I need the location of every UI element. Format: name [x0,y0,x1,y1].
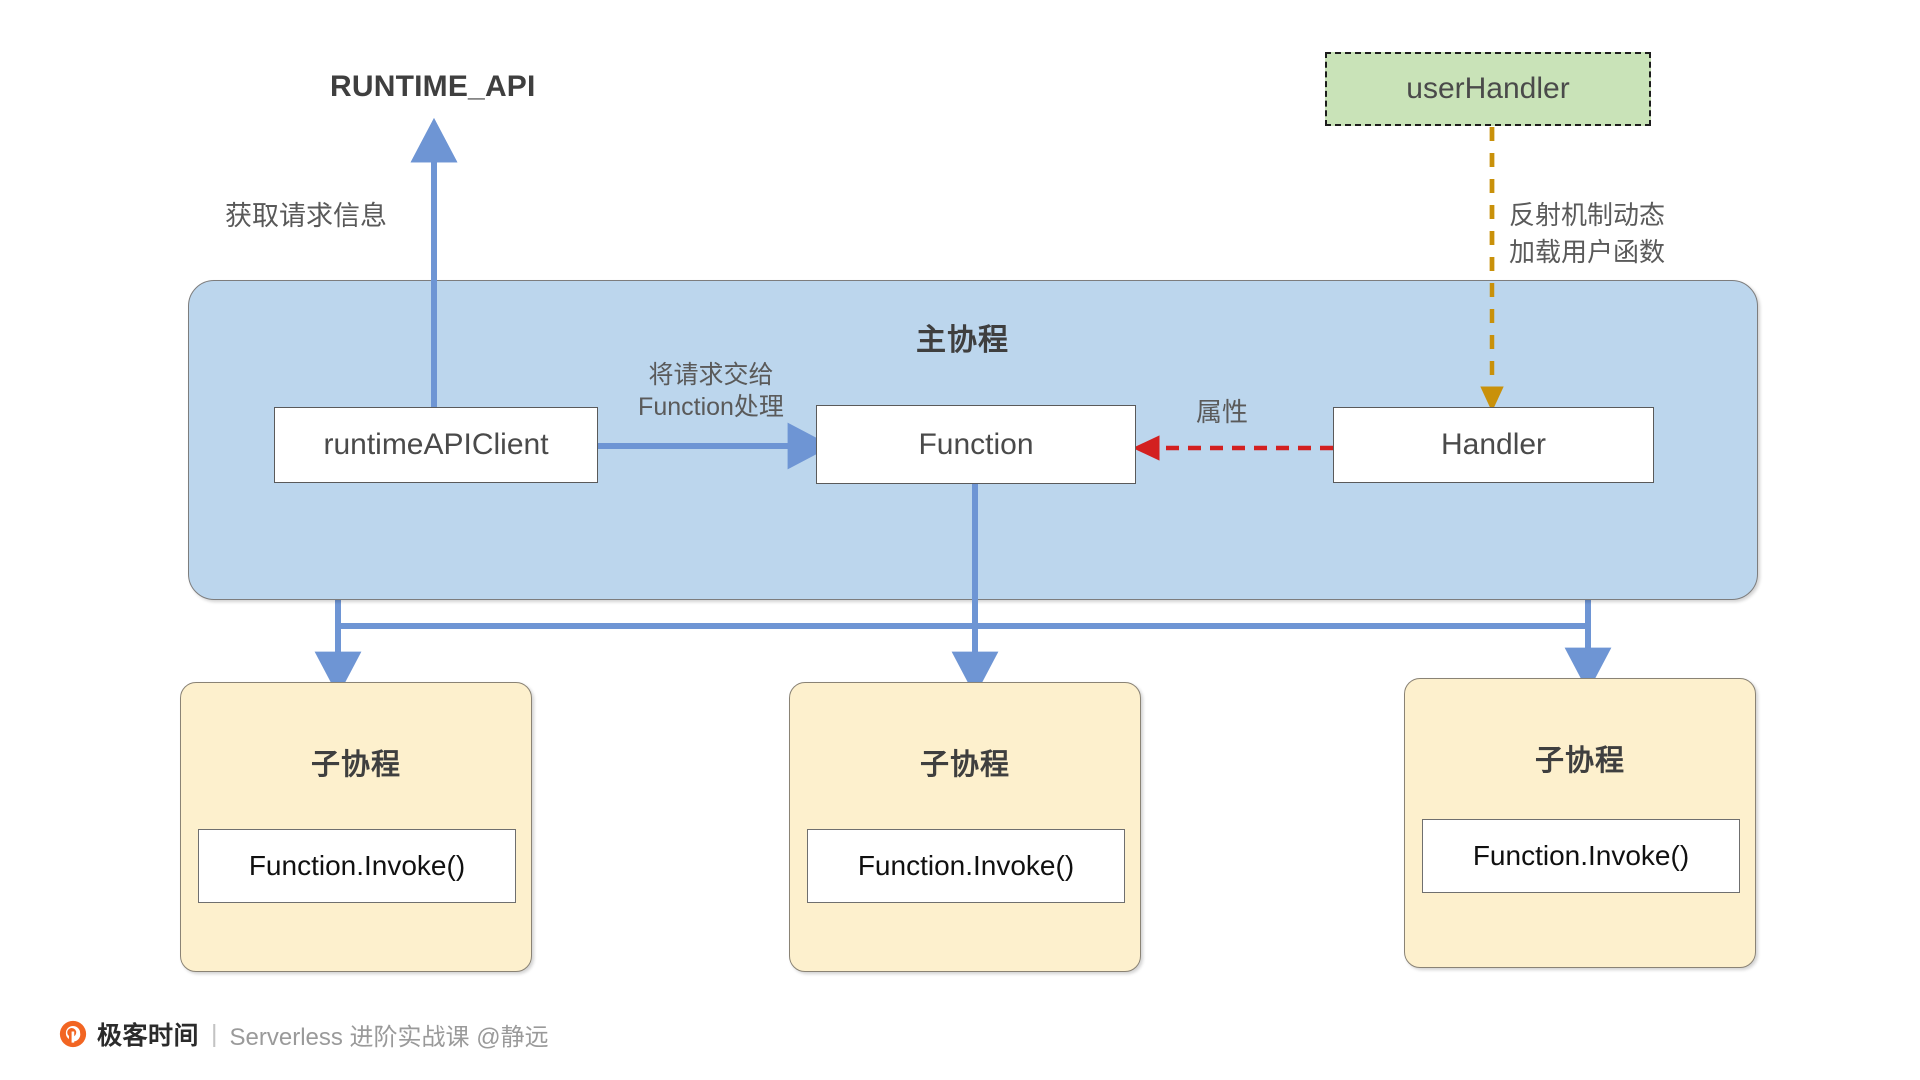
sub-coroutine-invoke-label: Function.Invoke() [248,850,466,881]
sub-coroutine-card[interactable]: 子协程 Function.Invoke() [789,682,1141,972]
node-runtime-api-client[interactable]: runtimeAPIClient [274,407,598,483]
sub-coroutine-invoke-label: Function.Invoke() [1472,840,1690,871]
sub-coroutine-card[interactable]: 子协程 Function.Invoke() [180,682,532,972]
page-title-runtime-api: RUNTIME_API [330,70,536,103]
node-user-handler[interactable]: userHandler [1325,52,1651,126]
footer-watermark: 极客时间 | Serverless 进阶实战课 @静远 [58,1016,549,1052]
footer-course-label: Serverless 进阶实战课 @静远 [229,1023,549,1051]
geekbang-logo-icon [59,1020,87,1048]
node-handler[interactable]: Handler [1333,407,1654,483]
sub-coroutine-title: 子协程 [310,749,401,781]
sub-coroutine-invoke-box[interactable]: Function.Invoke() [198,829,516,903]
edge-label-fetch-request: 获取请求信息 [225,201,387,231]
sub-coroutine-invoke-box[interactable]: Function.Invoke() [1422,819,1740,893]
footer-divider: | [211,1019,218,1048]
sub-coroutine-card[interactable]: 子协程 Function.Invoke() [1404,678,1756,968]
sub-coroutine-title: 子协程 [919,749,1010,781]
node-function[interactable]: Function [816,405,1136,484]
edge-label-attribute: 属性 [1196,397,1249,427]
footer-brand-label: 极客时间 [97,1022,200,1050]
sub-coroutine-invoke-box[interactable]: Function.Invoke() [807,829,1125,903]
edge-label-reflection-load: 反射机制动态 加载用户函数 [1509,200,1666,267]
sub-coroutine-title: 子协程 [1534,745,1625,777]
node-runtime-api-client-label: runtimeAPIClient [323,428,549,461]
diagram-canvas: RUNTIME_API 获取请求信息 主协程 将请求交给 Function处理 … [0,0,1920,1080]
main-coroutine-title: 主协程 [916,324,1009,357]
node-function-label: Function [918,427,1034,461]
node-handler-label: Handler [1440,428,1547,461]
edge-label-hand-to-function: 将请求交给 Function处理 [638,361,784,421]
node-user-handler-label: userHandler [1406,72,1570,105]
sub-coroutine-invoke-label: Function.Invoke() [857,850,1075,881]
